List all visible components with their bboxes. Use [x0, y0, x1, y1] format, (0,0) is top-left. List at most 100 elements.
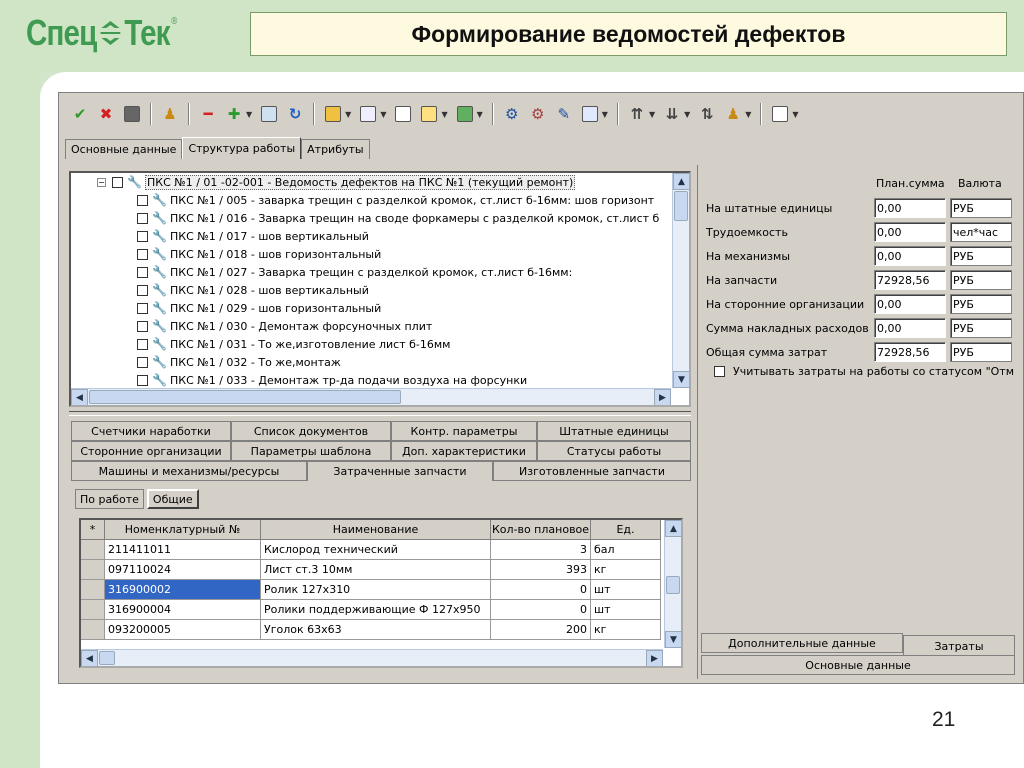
- dropdown-arrow-icon[interactable]: ▼: [345, 110, 351, 119]
- tree-vertical-scrollbar[interactable]: ▲ ▼: [672, 173, 689, 388]
- dropdown-arrow-icon[interactable]: ▼: [441, 110, 447, 119]
- cell-quantity[interactable]: 0: [491, 600, 591, 620]
- users-icon[interactable]: ♟: [159, 103, 181, 125]
- tab-control-params[interactable]: Контр. параметры: [391, 421, 537, 441]
- column-header[interactable]: Номенклатурный №: [105, 520, 261, 540]
- column-header[interactable]: *: [81, 520, 105, 540]
- cell-unit[interactable]: кг: [591, 620, 661, 640]
- scroll-thumb[interactable]: [674, 191, 688, 221]
- edit-icon[interactable]: [322, 103, 344, 125]
- table-row[interactable]: 093200005 Уголок 63х63 200 кг: [81, 620, 661, 640]
- cost-value-field[interactable]: 0,00: [874, 198, 946, 218]
- cell-unit[interactable]: шт: [591, 580, 661, 600]
- tab-manufactured-parts[interactable]: Изготовленные запчасти: [493, 461, 691, 481]
- tab-additional-data[interactable]: Дополнительные данные: [701, 633, 903, 653]
- tab-work-structure[interactable]: Структура работы: [182, 137, 302, 159]
- tab-spent-parts[interactable]: Затраченные запчасти: [307, 461, 493, 481]
- cell-nomenclature[interactable]: 316900002: [105, 580, 261, 600]
- table-row[interactable]: 097110024 Лист ст.3 10мм 393 кг: [81, 560, 661, 580]
- tree-checkbox[interactable]: [137, 212, 148, 224]
- move-up-icon[interactable]: ⇈: [626, 103, 648, 125]
- scroll-up-icon[interactable]: ▲: [665, 520, 681, 537]
- tree-item[interactable]: 🔧 ПКС №1 / 018 - шов горизонтальный: [137, 245, 381, 263]
- cost-value-field[interactable]: 0,00: [874, 222, 946, 242]
- dropdown-arrow-icon[interactable]: ▼: [745, 110, 751, 119]
- dropdown-arrow-icon[interactable]: ▼: [602, 110, 608, 119]
- scroll-right-icon[interactable]: ▶: [646, 650, 663, 666]
- copy-icon[interactable]: [258, 103, 280, 125]
- refresh-icon[interactable]: ↻: [284, 103, 306, 125]
- cell-nomenclature[interactable]: 211411011: [105, 540, 261, 560]
- tree-checkbox[interactable]: [137, 284, 148, 296]
- splitter[interactable]: [69, 411, 691, 416]
- currency-field[interactable]: РУБ: [950, 270, 1012, 290]
- tree-checkbox[interactable]: [137, 338, 148, 350]
- tab-costs[interactable]: Затраты: [903, 635, 1015, 657]
- scroll-right-icon[interactable]: ▶: [654, 389, 671, 405]
- cost-value-field[interactable]: 72928,56: [874, 270, 946, 290]
- cell-name[interactable]: Лист ст.3 10мм: [261, 560, 491, 580]
- account-status-checkbox-row[interactable]: Учитывать затраты на работы со статусом …: [714, 365, 1014, 378]
- cell-nomenclature[interactable]: 097110024: [105, 560, 261, 580]
- move-down-icon[interactable]: ⇊: [661, 103, 683, 125]
- tab-attributes[interactable]: Атрибуты: [301, 139, 370, 159]
- dropdown-arrow-icon[interactable]: ▼: [792, 110, 798, 119]
- tree-item[interactable]: 🔧 ПКС №1 / 028 - шов вертикальный: [137, 281, 369, 299]
- tree-item[interactable]: 🔧 ПКС №1 / 032 - То же,монтаж: [137, 353, 341, 371]
- scroll-left-icon[interactable]: ◀: [71, 389, 88, 405]
- report-icon[interactable]: [454, 103, 476, 125]
- currency-field[interactable]: РУБ: [950, 246, 1012, 266]
- cell-unit[interactable]: кг: [591, 560, 661, 580]
- tools-icon[interactable]: ⚙: [527, 103, 549, 125]
- tree-checkbox[interactable]: [112, 176, 123, 188]
- column-header[interactable]: Наименование: [261, 520, 491, 540]
- document-icon[interactable]: [392, 103, 414, 125]
- tree-item[interactable]: 🔧 ПКС №1 / 016 - Заварка трещин на своде …: [137, 209, 659, 227]
- scroll-up-icon[interactable]: ▲: [673, 173, 689, 190]
- cost-value-field[interactable]: 72928,56: [874, 342, 946, 362]
- cell-quantity[interactable]: 200: [491, 620, 591, 640]
- tab-work-statuses[interactable]: Статусы работы: [537, 441, 691, 461]
- tree-item[interactable]: 🔧 ПКС №1 / 005 - заварка трещин с разделк…: [137, 191, 654, 209]
- cell-nomenclature[interactable]: 316900004: [105, 600, 261, 620]
- collapse-icon[interactable]: −: [97, 177, 106, 187]
- table-row[interactable]: 316900004 Ролики поддерживающие Ф 127х95…: [81, 600, 661, 620]
- cell-unit[interactable]: шт: [591, 600, 661, 620]
- tree-checkbox[interactable]: [137, 374, 148, 386]
- dropdown-arrow-icon[interactable]: ▼: [380, 110, 386, 119]
- tree-checkbox[interactable]: [137, 266, 148, 278]
- scroll-thumb[interactable]: [99, 651, 115, 665]
- window-icon[interactable]: [769, 103, 791, 125]
- tree-checkbox[interactable]: [137, 302, 148, 314]
- tab-by-work[interactable]: По работе: [75, 489, 144, 509]
- cell-quantity[interactable]: 393: [491, 560, 591, 580]
- cell-unit[interactable]: бал: [591, 540, 661, 560]
- currency-field[interactable]: РУБ: [950, 342, 1012, 362]
- tree-item[interactable]: 🔧 ПКС №1 / 017 - шов вертикальный: [137, 227, 369, 245]
- cell-nomenclature[interactable]: 093200005: [105, 620, 261, 640]
- cost-value-field[interactable]: 0,00: [874, 246, 946, 266]
- tree-checkbox[interactable]: [137, 248, 148, 260]
- tree-checkbox[interactable]: [137, 194, 148, 206]
- tree-checkbox[interactable]: [137, 230, 148, 242]
- currency-field[interactable]: чел*час: [950, 222, 1012, 242]
- tab-operating-counters[interactable]: Счетчики наработки: [71, 421, 231, 441]
- tab-template-params[interactable]: Параметры шаблона: [231, 441, 391, 461]
- tree-item[interactable]: 🔧 ПКС №1 / 027 - Заварка трещин с разделк…: [137, 263, 572, 281]
- tree-item[interactable]: 🔧 ПКС №1 / 031 - То же,изготовление лист …: [137, 335, 450, 353]
- tree-item[interactable]: 🔧 ПКС №1 / 030 - Демонтаж форсуночных пли…: [137, 317, 432, 335]
- cost-value-field[interactable]: 0,00: [874, 294, 946, 314]
- list-icon[interactable]: [357, 103, 379, 125]
- cell-name[interactable]: Уголок 63х63: [261, 620, 491, 640]
- tab-extra-characteristics[interactable]: Доп. характеристики: [391, 441, 537, 461]
- scroll-left-icon[interactable]: ◀: [81, 650, 98, 666]
- dropdown-arrow-icon[interactable]: ▼: [649, 110, 655, 119]
- check-icon[interactable]: ✔: [69, 103, 91, 125]
- cell-name[interactable]: Ролик 127х310: [261, 580, 491, 600]
- scroll-down-icon[interactable]: ▼: [673, 371, 689, 388]
- currency-field[interactable]: РУБ: [950, 318, 1012, 338]
- settings-icon[interactable]: ⚙: [501, 103, 523, 125]
- tab-third-party-orgs[interactable]: Сторонние организации: [71, 441, 231, 461]
- account-status-checkbox[interactable]: [714, 366, 725, 377]
- dropdown-arrow-icon[interactable]: ▼: [246, 110, 252, 119]
